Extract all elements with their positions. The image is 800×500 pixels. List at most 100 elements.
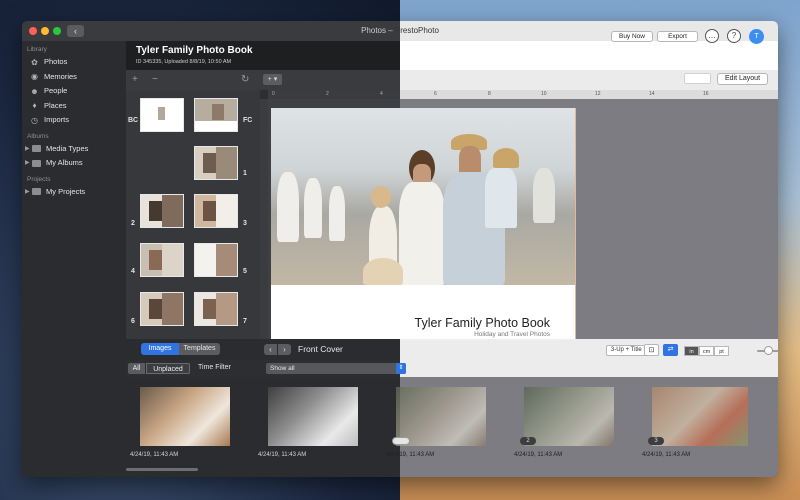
filter-unplaced-button[interactable]: Unplaced <box>146 363 190 374</box>
sidebar-item-media-types[interactable]: ▶ Media Types <box>22 142 126 157</box>
page-label-bc: BC <box>128 117 139 124</box>
remove-icon[interactable]: − <box>152 74 158 85</box>
disclosure-triangle-icon[interactable]: ▶ <box>25 142 31 157</box>
tray-scrollbar[interactable] <box>126 468 198 471</box>
export-button[interactable]: Export <box>657 31 698 42</box>
sidebar-header-library: Library <box>27 46 47 53</box>
sidebar-item-people[interactable]: ☻ People <box>22 84 126 99</box>
page-label-5: 5 <box>243 268 247 275</box>
child-shirt-shape <box>485 168 517 228</box>
chevron-left-icon: ‹ <box>269 345 272 354</box>
sidebar-bottom <box>22 377 126 477</box>
ruler-tick: 6 <box>434 91 437 97</box>
disclosure-triangle-icon[interactable]: ▶ <box>25 156 31 171</box>
window-title-right: PrestoPhoto <box>394 26 439 35</box>
page-thumbnails-panel[interactable]: BC FC 1 2 3 4 5 6 7 <box>126 90 260 339</box>
people-icon: ☻ <box>30 86 39 96</box>
page-thumb-4[interactable] <box>140 243 184 277</box>
beach-umbrella-shape <box>329 186 345 241</box>
unit-in-option[interactable]: in <box>684 346 699 356</box>
fit-frame-icon[interactable]: ⊡ <box>644 344 659 356</box>
sidebar-item-photos[interactable]: ✿ Photos <box>22 55 126 70</box>
beach-umbrella-shape <box>277 172 299 242</box>
window-title-left: Photos – <box>361 26 395 35</box>
sidebar-header-projects: Projects <box>27 175 51 183</box>
chevron-right-icon: › <box>283 345 286 354</box>
page-thumb-2[interactable] <box>140 194 184 228</box>
page-label-4: 4 <box>131 268 135 275</box>
buy-now-button[interactable]: Buy Now <box>611 31 653 42</box>
sidebar-header-albums: Albums <box>27 132 49 140</box>
cover-title[interactable]: Tyler Family Photo Book <box>271 316 550 330</box>
chat-icon[interactable]: … <box>705 29 719 43</box>
badge-count: 2 <box>526 438 530 444</box>
beach-umbrella-shape <box>533 168 555 223</box>
tray-image[interactable] <box>396 387 486 446</box>
horizontal-ruler-right <box>400 90 778 99</box>
woman-dress-shape <box>399 182 445 285</box>
places-icon: ♦ <box>32 101 37 111</box>
zoom-slider-knob[interactable] <box>763 346 773 355</box>
image-filter-bar-right <box>400 360 778 377</box>
add-icon[interactable]: + <box>132 74 138 85</box>
cover-subtitle[interactable]: Holiday and Travel Photos <box>271 331 550 338</box>
app-window: ‹ Photos – PrestoPhoto Library ✿ Photos ◉… <box>22 21 778 477</box>
disclosure-triangle-icon[interactable]: ▶ <box>25 185 31 200</box>
ruler-tick: 4 <box>380 91 383 97</box>
layout-name-field[interactable] <box>684 73 711 84</box>
ruler-tick: 0 <box>272 91 275 97</box>
tab-templates[interactable]: Templates <box>179 343 220 355</box>
placement-toggle[interactable] <box>392 437 410 445</box>
sidebar-item-label: Media Types <box>46 143 89 153</box>
sidebar-item-label: My Projects <box>46 186 86 196</box>
cover-page[interactable]: Tyler Family Photo Book Holiday and Trav… <box>271 108 576 339</box>
folder-icon <box>32 188 41 196</box>
tray-image[interactable] <box>140 387 230 446</box>
sidebar-item-imports[interactable]: ◷ Imports <box>22 113 126 128</box>
refresh-icon[interactable]: ↻ <box>241 74 249 85</box>
add-page-button[interactable]: + ▾ <box>263 74 282 85</box>
page-thumb-5[interactable] <box>194 243 238 277</box>
ruler-tick: 8 <box>488 91 491 97</box>
next-page-button[interactable]: › <box>278 344 291 355</box>
ruler-tick: 12 <box>595 91 601 97</box>
previous-page-button[interactable]: ‹ <box>264 344 277 355</box>
edit-layout-button[interactable]: Edit Layout <box>717 73 768 85</box>
image-date: 4/24/19, 11:43 AM <box>130 452 179 458</box>
tray-image[interactable] <box>268 387 358 446</box>
sidebar-item-label: My Albums <box>46 158 83 167</box>
unit-cm-option[interactable]: cm <box>699 346 714 356</box>
cover-photo[interactable] <box>271 108 575 285</box>
child-hat-shape <box>493 148 519 168</box>
help-icon[interactable]: ? <box>727 29 741 43</box>
ruler-tick: 2 <box>326 91 329 97</box>
page-thumb-6[interactable] <box>140 292 184 326</box>
sidebar-item-label: People <box>44 86 68 95</box>
folder-icon <box>32 159 41 167</box>
sidebar-item-label: Memories <box>44 71 77 81</box>
page-thumb-front-cover[interactable] <box>194 98 238 132</box>
sidebar-item-places[interactable]: ♦ Places <box>22 99 126 114</box>
man-face-shape <box>459 146 481 174</box>
time-filter-select[interactable]: Show all ⇕ <box>266 363 406 374</box>
badge-count: 3 <box>654 438 658 444</box>
ruler-tick: 16 <box>703 91 709 97</box>
filter-all-button[interactable]: All <box>128 363 145 374</box>
page-thumb-1[interactable] <box>194 146 238 180</box>
page-thumb-3[interactable] <box>194 194 238 228</box>
tray-image[interactable] <box>524 387 614 446</box>
tab-images[interactable]: Images <box>141 343 179 355</box>
select-caret-icon: ⇕ <box>396 363 406 374</box>
tray-image[interactable] <box>652 387 748 446</box>
page-thumb-back-cover[interactable] <box>140 98 184 132</box>
sidebar-item-my-albums[interactable]: ▶ My Albums <box>22 156 126 171</box>
page-thumb-7[interactable] <box>194 292 238 326</box>
sidebar-item-my-projects[interactable]: ▶ My Projects <box>22 185 126 200</box>
swap-images-icon[interactable]: ⇄ <box>663 344 678 356</box>
avatar[interactable]: T <box>749 29 764 44</box>
sidebar-item-label: Photos <box>44 57 68 66</box>
unit-pt-option[interactable]: pt <box>714 346 729 356</box>
sidebar-item-memories[interactable]: ◉ Memories <box>22 70 126 85</box>
image-date: 4/24/19, 11:43 AM <box>258 452 307 458</box>
image-date: 4/24/19, 11:43 AM <box>514 452 563 458</box>
